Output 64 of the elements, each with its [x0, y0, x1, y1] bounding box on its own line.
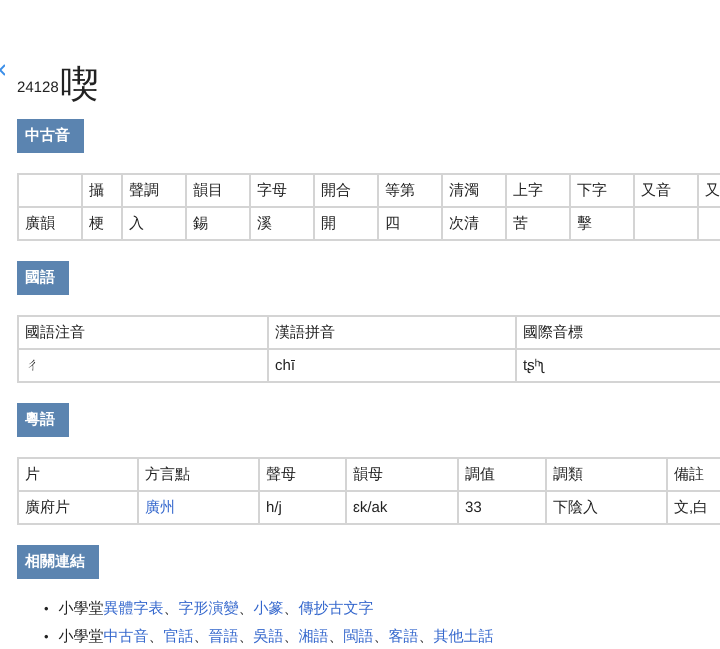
column-header: 聲母 — [259, 458, 346, 491]
column-header: 又 — [698, 174, 720, 207]
table-cell: 廣府片 — [18, 491, 138, 524]
section-heading: 相關連結 — [17, 545, 99, 579]
bullet: • — [44, 600, 49, 618]
table-cell: ㄔ — [18, 349, 268, 382]
column-header: 調值 — [458, 458, 546, 491]
table-cell: 溪 — [250, 207, 314, 240]
section-heading: 中古音 — [17, 119, 84, 153]
table-link[interactable]: 廣州 — [145, 499, 175, 516]
column-header: 上字 — [506, 174, 570, 207]
table-cell: 入 — [122, 207, 186, 240]
table-cell: 開 — [314, 207, 378, 240]
section-heading: 粵語 — [17, 403, 69, 437]
column-header: 國際音標 — [516, 316, 720, 349]
column-header: 調類 — [546, 458, 667, 491]
column-header: 聲調 — [122, 174, 186, 207]
table-cell: 四 — [378, 207, 442, 240]
table-cell — [634, 207, 698, 240]
related-link[interactable]: 其他土話 — [434, 628, 494, 645]
table-cell: chī — [268, 349, 516, 382]
related-link[interactable]: 吳語 — [254, 628, 284, 645]
table-cell — [18, 174, 82, 207]
chevron-left-icon[interactable] — [0, 63, 5, 77]
column-header: 備註 — [667, 458, 720, 491]
related-links-text: 小學堂中古音、官話、晉語、吳語、湘語、閩語、客語、其他土話 — [58, 627, 494, 647]
table-cell: 下陰入 — [546, 491, 667, 524]
related-link[interactable]: 中古音 — [104, 628, 149, 645]
related-link[interactable]: 客語 — [388, 628, 419, 645]
related-link[interactable]: 閩語 — [344, 628, 374, 645]
section-heading: 國語 — [17, 261, 69, 295]
related-link[interactable]: 小篆 — [254, 600, 284, 617]
column-header: 字母 — [250, 174, 314, 207]
column-header: 韻目 — [186, 174, 250, 207]
column-header: 方言點 — [138, 458, 259, 491]
bullet: • — [44, 628, 49, 646]
related-link[interactable]: 異體字表 — [104, 600, 164, 617]
related-link[interactable]: 湘語 — [298, 628, 329, 645]
table-cell: 苦 — [506, 207, 570, 240]
related-links-text: 小學堂異體字表、字形演變、小篆、傳抄古文字 — [58, 599, 374, 619]
related-link[interactable]: 傳抄古文字 — [298, 600, 374, 617]
table-cell: 錫 — [186, 207, 250, 240]
column-header: 等第 — [378, 174, 442, 207]
table-cell: h/j — [259, 491, 346, 524]
column-header: 攝 — [82, 174, 122, 207]
related-link[interactable]: 字形演變 — [178, 600, 239, 617]
table-cell: 33 — [458, 491, 546, 524]
table-cell: 次清 — [442, 207, 506, 240]
character-code: 24128 — [17, 79, 59, 96]
column-header: 國語注音 — [18, 316, 268, 349]
related-link[interactable]: 官話 — [164, 628, 194, 645]
column-header: 清濁 — [442, 174, 506, 207]
column-header: 開合 — [314, 174, 378, 207]
table-cell: 梗 — [82, 207, 122, 240]
column-header: 下字 — [570, 174, 634, 207]
column-header: 又音 — [634, 174, 698, 207]
column-header: 漢語拼音 — [268, 316, 516, 349]
character-glyph: 喫 — [60, 66, 99, 104]
table-cell: ɛk/ak — [346, 491, 458, 524]
related-link[interactable]: 晉語 — [208, 628, 239, 645]
column-header: 韻母 — [346, 458, 458, 491]
table-cell: 擊 — [570, 207, 634, 240]
table-cell: 廣韻 — [18, 207, 82, 240]
column-header: 片 — [18, 458, 138, 491]
